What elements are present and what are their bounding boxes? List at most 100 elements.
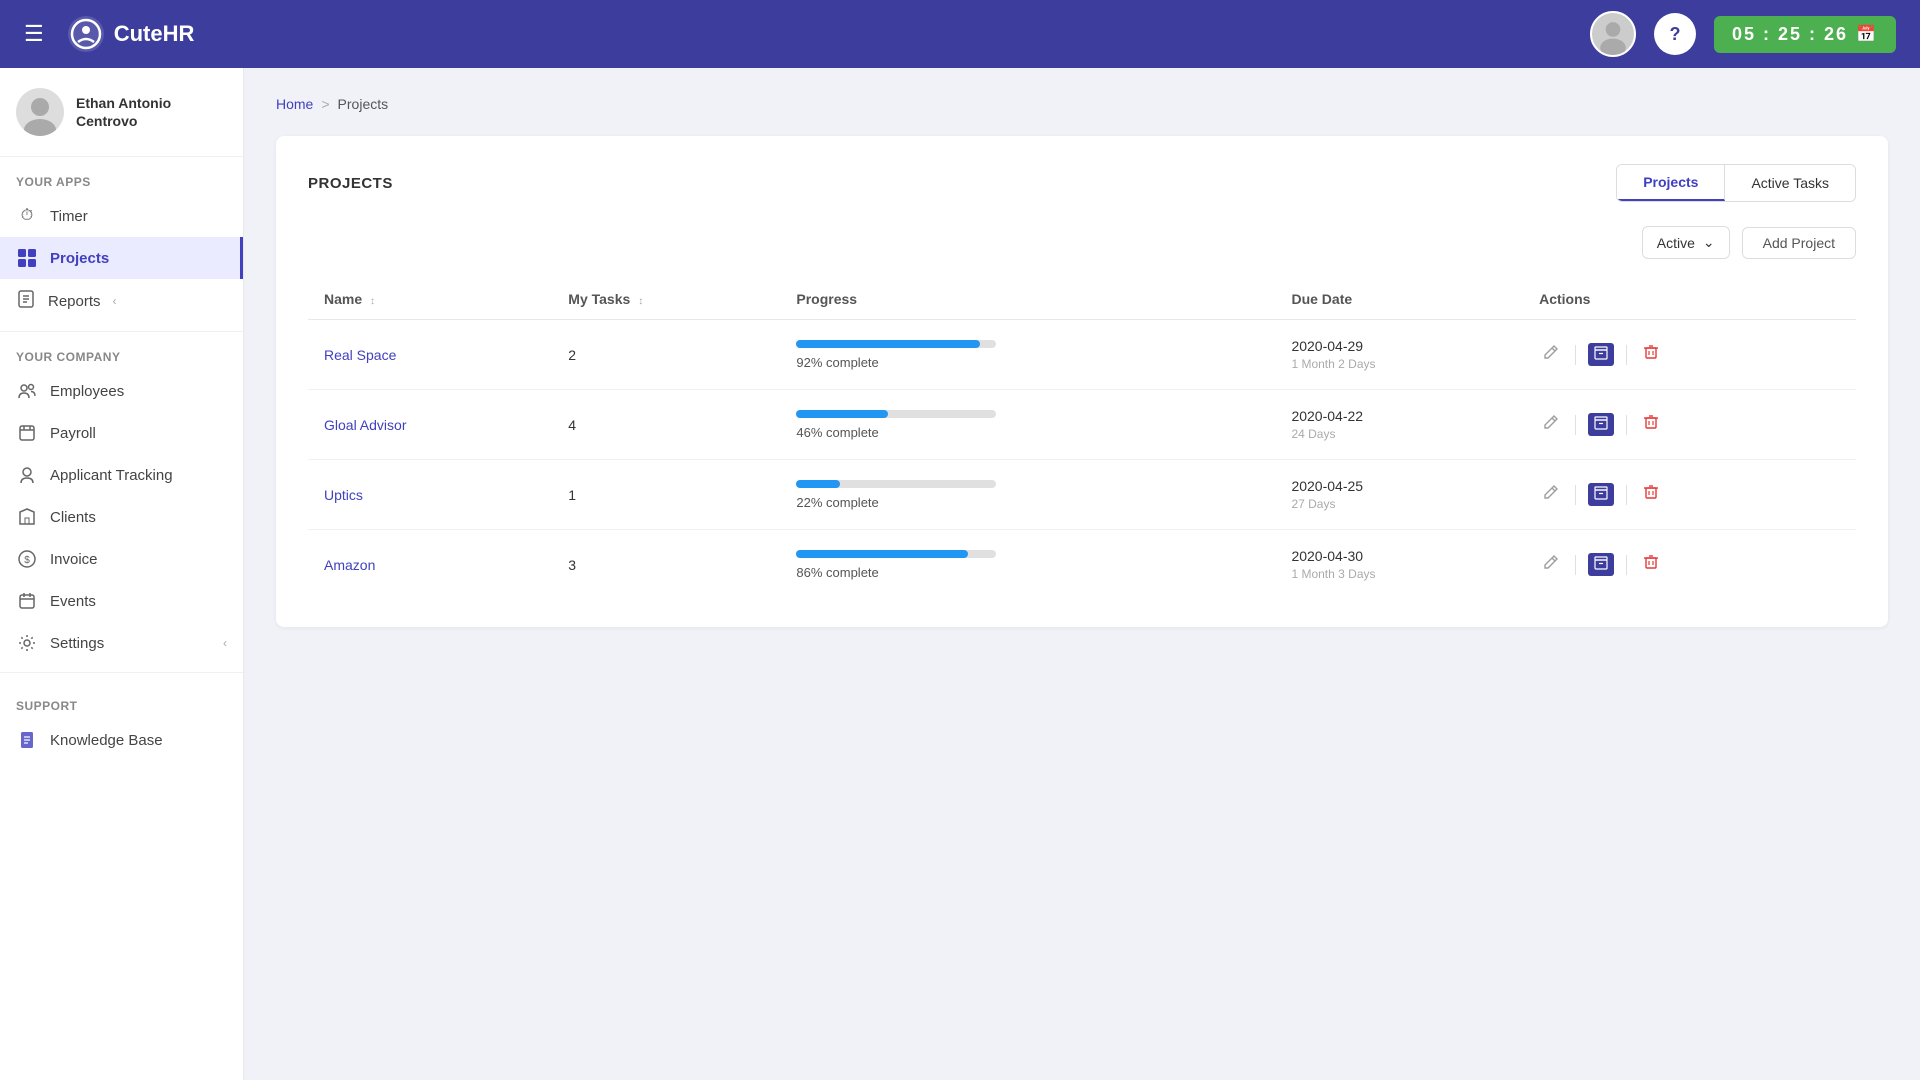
sidebar-divider-1	[0, 331, 243, 332]
hamburger-menu[interactable]: ☰	[24, 21, 44, 47]
sidebar-divider-2	[0, 672, 243, 673]
my-tasks-cell: 4	[552, 390, 780, 460]
applicant-tracking-icon	[16, 464, 38, 486]
action-separator	[1626, 555, 1627, 575]
sidebar-item-knowledge-base[interactable]: Knowledge Base	[0, 719, 243, 761]
edit-button[interactable]	[1539, 480, 1563, 509]
sort-icon-name[interactable]: ↕	[370, 296, 375, 307]
svg-text:$: $	[24, 555, 30, 566]
projects-table: Name ↕ My Tasks ↕ Progress Due Date Acti…	[308, 279, 1856, 599]
breadcrumb-current: Projects	[338, 96, 389, 112]
col-my-tasks: My Tasks ↕	[552, 279, 780, 320]
project-name-link[interactable]: Gloal Advisor	[324, 417, 406, 433]
main-layout: Ethan AntonioCentrovo Your Apps ⏱ Timer …	[0, 68, 1920, 1080]
action-separator	[1575, 555, 1576, 575]
your-company-label: Your Company	[0, 340, 243, 370]
project-name-link[interactable]: Real Space	[324, 347, 396, 363]
reports-chevron: ‹	[113, 294, 117, 308]
your-apps-label: Your Apps	[0, 157, 243, 195]
sidebar-item-clients[interactable]: Clients	[0, 496, 243, 538]
actions-cell	[1523, 390, 1856, 460]
due-date-cell: 2020-04-22 24 Days	[1275, 390, 1523, 460]
delete-button[interactable]	[1639, 480, 1663, 509]
breadcrumb: Home > Projects	[276, 96, 1888, 112]
topnav: ☰ CuteHR ? 05 : 25 : 26 📅	[0, 0, 1920, 68]
topnav-right: ? 05 : 25 : 26 📅	[1590, 11, 1896, 57]
logo-text: CuteHR	[114, 21, 195, 47]
tab-active-tasks[interactable]: Active Tasks	[1725, 165, 1855, 201]
table-row: Uptics 1 22% complete 2020-04-25 27 Days	[308, 460, 1856, 530]
invoice-icon: $	[16, 548, 38, 570]
employees-icon	[16, 380, 38, 402]
progress-cell: 92% complete	[780, 320, 1275, 390]
col-due-date: Due Date	[1275, 279, 1523, 320]
table-row: Real Space 2 92% complete 2020-04-29 1 M…	[308, 320, 1856, 390]
sidebar-item-employees[interactable]: Employees	[0, 370, 243, 412]
payroll-icon	[16, 422, 38, 444]
table-row: Amazon 3 86% complete 2020-04-30 1 Month…	[308, 530, 1856, 600]
sidebar-item-applicant-tracking[interactable]: Applicant Tracking	[0, 454, 243, 496]
timer-button[interactable]: 05 : 25 : 26 📅	[1714, 16, 1896, 53]
sidebar-item-settings[interactable]: Settings ‹	[0, 622, 243, 664]
sidebar-item-projects[interactable]: Projects	[0, 237, 243, 279]
due-date-cell: 2020-04-25 27 Days	[1275, 460, 1523, 530]
user-avatar-topnav[interactable]	[1590, 11, 1636, 57]
sidebar-item-label-knowledge: Knowledge Base	[50, 732, 227, 749]
card-title: PROJECTS	[308, 175, 393, 192]
card-toolbar: Active ⌄ Add Project	[308, 226, 1856, 259]
action-separator	[1575, 345, 1576, 365]
avatar	[16, 88, 64, 136]
add-project-button[interactable]: Add Project	[1742, 227, 1856, 259]
sidebar-item-events[interactable]: Events	[0, 580, 243, 622]
delete-button[interactable]	[1639, 410, 1663, 439]
archive-button[interactable]	[1588, 413, 1614, 436]
breadcrumb-home[interactable]: Home	[276, 96, 313, 112]
edit-button[interactable]	[1539, 340, 1563, 369]
sidebar-item-timer[interactable]: ⏱ Timer	[0, 195, 243, 237]
sidebar-reports[interactable]: Reports ‹	[0, 279, 243, 323]
clients-icon	[16, 506, 38, 528]
archive-button[interactable]	[1588, 343, 1614, 366]
due-date-cell: 2020-04-29 1 Month 2 Days	[1275, 320, 1523, 390]
delete-button[interactable]	[1639, 550, 1663, 579]
sidebar-item-invoice[interactable]: $ Invoice	[0, 538, 243, 580]
sidebar-reports-label: Reports	[48, 293, 101, 310]
actions-cell	[1523, 320, 1856, 390]
settings-icon	[16, 632, 38, 654]
sidebar-item-payroll[interactable]: Payroll	[0, 412, 243, 454]
sidebar-item-label-applicant: Applicant Tracking	[50, 467, 227, 484]
breadcrumb-separator: >	[321, 96, 329, 112]
project-name-link[interactable]: Amazon	[324, 557, 375, 573]
status-label: Active	[1657, 235, 1695, 251]
events-icon	[16, 590, 38, 612]
edit-button[interactable]	[1539, 410, 1563, 439]
user-name: Ethan AntonioCentrovo	[76, 94, 171, 130]
logo-icon	[68, 16, 104, 52]
edit-button[interactable]	[1539, 550, 1563, 579]
tab-projects[interactable]: Projects	[1617, 165, 1725, 201]
logo: CuteHR	[68, 16, 195, 52]
support-label: Support	[0, 681, 243, 719]
my-tasks-cell: 3	[552, 530, 780, 600]
sidebar-item-label-timer: Timer	[50, 208, 227, 225]
projects-tbody: Real Space 2 92% complete 2020-04-29 1 M…	[308, 320, 1856, 600]
sidebar-item-label-invoice: Invoice	[50, 551, 227, 568]
projects-icon	[16, 247, 38, 269]
project-name-link[interactable]: Uptics	[324, 487, 363, 503]
col-actions: Actions	[1523, 279, 1856, 320]
topnav-left: ☰ CuteHR	[24, 16, 194, 52]
action-separator	[1626, 415, 1627, 435]
action-separator	[1626, 485, 1627, 505]
sidebar-item-label-settings: Settings	[50, 635, 211, 652]
archive-button[interactable]	[1588, 553, 1614, 576]
col-progress: Progress	[780, 279, 1275, 320]
delete-button[interactable]	[1639, 340, 1663, 369]
projects-card: PROJECTS Projects Active Tasks Active ⌄ …	[276, 136, 1888, 627]
sort-icon-tasks[interactable]: ↕	[638, 296, 643, 307]
my-tasks-cell: 2	[552, 320, 780, 390]
help-button[interactable]: ?	[1654, 13, 1696, 55]
archive-button[interactable]	[1588, 483, 1614, 506]
calendar-icon: 📅	[1856, 24, 1878, 44]
status-dropdown[interactable]: Active ⌄	[1642, 226, 1730, 259]
sidebar-item-label-clients: Clients	[50, 509, 227, 526]
